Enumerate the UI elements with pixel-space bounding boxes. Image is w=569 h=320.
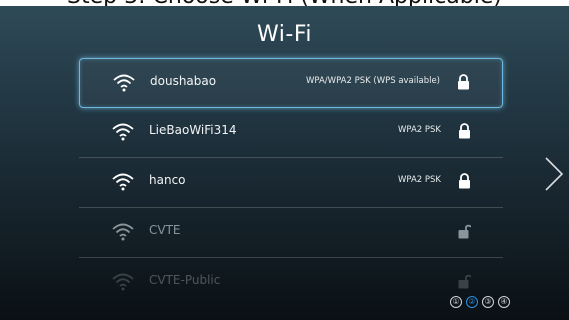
wifi-signal-icon bbox=[112, 223, 134, 241]
network-row-liebaowifi314[interactable]: LieBaoWiFi314 WPA2 PSK bbox=[79, 108, 503, 158]
network-row-cvte[interactable]: CVTE bbox=[79, 208, 503, 258]
network-security: WPA2 PSK bbox=[397, 175, 441, 185]
lock-icon bbox=[458, 74, 469, 90]
network-security: WPA2 PSK bbox=[397, 125, 441, 135]
page-dot-1[interactable]: ① bbox=[450, 296, 462, 308]
page-indicator: ① ② ③ ④ bbox=[450, 296, 510, 308]
page-dot-2[interactable]: ② bbox=[466, 296, 478, 308]
network-ssid: doushabao bbox=[150, 74, 217, 88]
wifi-screen: Wi-Fi doushabao WPA/WPA2 PSK (WPS availa… bbox=[0, 6, 569, 320]
wifi-signal-icon bbox=[113, 74, 135, 92]
wifi-signal-icon bbox=[112, 273, 134, 291]
lock-icon bbox=[459, 123, 470, 139]
network-security: WPA/WPA2 PSK (WPS available) bbox=[306, 76, 440, 86]
network-row-cvte-public[interactable]: CVTE-Public bbox=[79, 258, 503, 308]
chevron-right-icon[interactable] bbox=[543, 156, 565, 192]
wifi-signal-icon bbox=[112, 123, 134, 141]
unlocked-icon bbox=[458, 224, 471, 239]
network-ssid: hanco bbox=[149, 173, 186, 187]
network-ssid: CVTE bbox=[149, 223, 181, 237]
network-ssid: CVTE-Public bbox=[149, 273, 221, 287]
network-list: doushabao WPA/WPA2 PSK (WPS available) L… bbox=[79, 58, 503, 308]
wifi-signal-icon bbox=[112, 173, 134, 191]
page-title: Wi-Fi bbox=[257, 22, 312, 47]
unlocked-icon bbox=[458, 274, 471, 289]
lock-icon bbox=[459, 173, 470, 189]
network-ssid: LieBaoWiFi314 bbox=[149, 123, 237, 137]
network-row-hanco[interactable]: hanco WPA2 PSK bbox=[79, 158, 503, 208]
page-dot-4[interactable]: ④ bbox=[498, 296, 510, 308]
page-dot-3[interactable]: ③ bbox=[482, 296, 494, 308]
network-row-doushabao[interactable]: doushabao WPA/WPA2 PSK (WPS available) bbox=[79, 58, 503, 108]
